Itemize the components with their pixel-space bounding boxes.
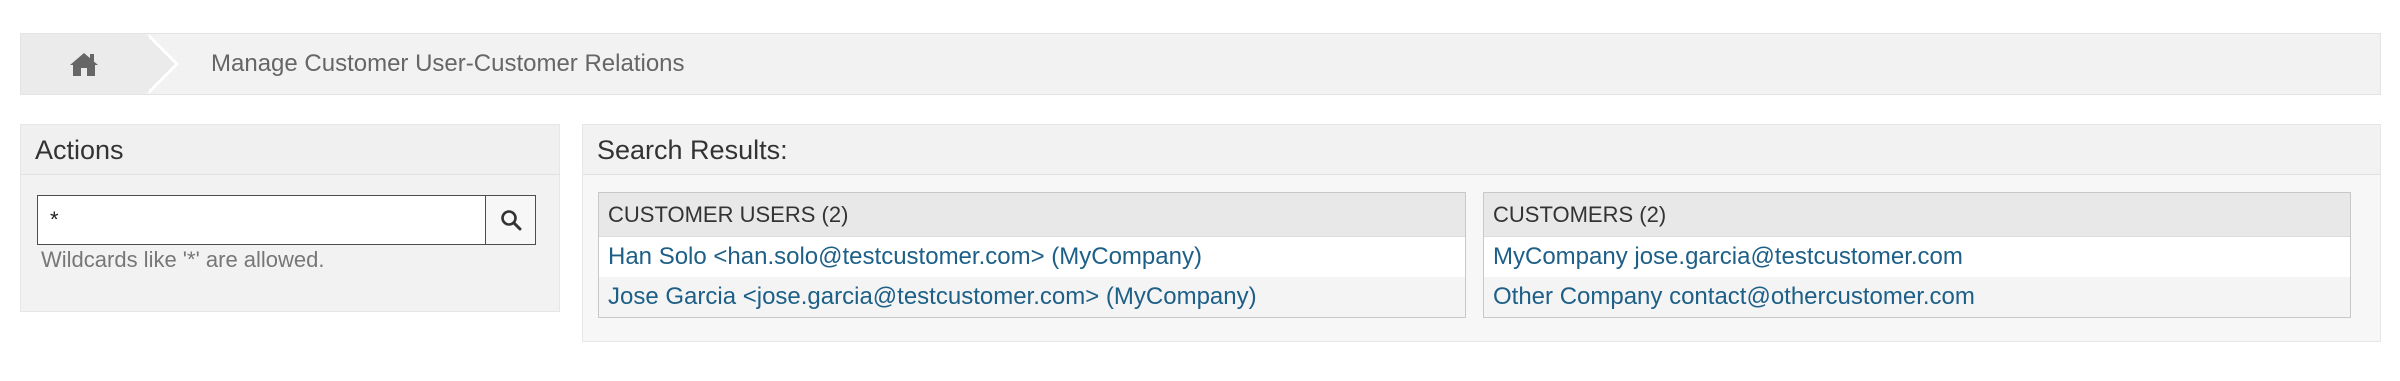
page-title: Manage Customer User-Customer Relations <box>211 50 685 77</box>
customer-user-link[interactable]: Han Solo <han.solo@testcustomer.com> (My… <box>599 237 1465 277</box>
search-icon <box>500 210 521 231</box>
customers-table: CUSTOMERS (2) MyCompany jose.garcia@test… <box>1483 192 2351 318</box>
home-icon <box>69 53 98 76</box>
search-hint: Wildcards like '*' are allowed. <box>41 247 325 272</box>
customer-user-link[interactable]: Jose Garcia <jose.garcia@testcustomer.co… <box>599 277 1465 317</box>
search-button[interactable] <box>486 195 536 245</box>
customer-link[interactable]: MyCompany jose.garcia@testcustomer.com <box>1484 237 2350 277</box>
breadcrumb-separator <box>145 34 175 94</box>
customers-header: CUSTOMERS (2) <box>1484 193 2350 237</box>
search-results-panel: Search Results: CUSTOMER USERS (2) Han S… <box>582 124 2381 342</box>
actions-panel: Actions Wildcards like '*' are allowed. <box>20 124 560 312</box>
search-results-title: Search Results: <box>583 125 2380 175</box>
search-form <box>37 195 536 245</box>
search-input[interactable] <box>37 195 486 245</box>
customer-users-header: CUSTOMER USERS (2) <box>599 193 1465 237</box>
customer-link[interactable]: Other Company contact@othercustomer.com <box>1484 277 2350 317</box>
breadcrumb-home[interactable] <box>21 34 146 94</box>
breadcrumb: Manage Customer User-Customer Relations <box>20 33 2381 95</box>
customer-users-table: CUSTOMER USERS (2) Han Solo <han.solo@te… <box>598 192 1466 318</box>
actions-panel-title: Actions <box>21 125 559 175</box>
